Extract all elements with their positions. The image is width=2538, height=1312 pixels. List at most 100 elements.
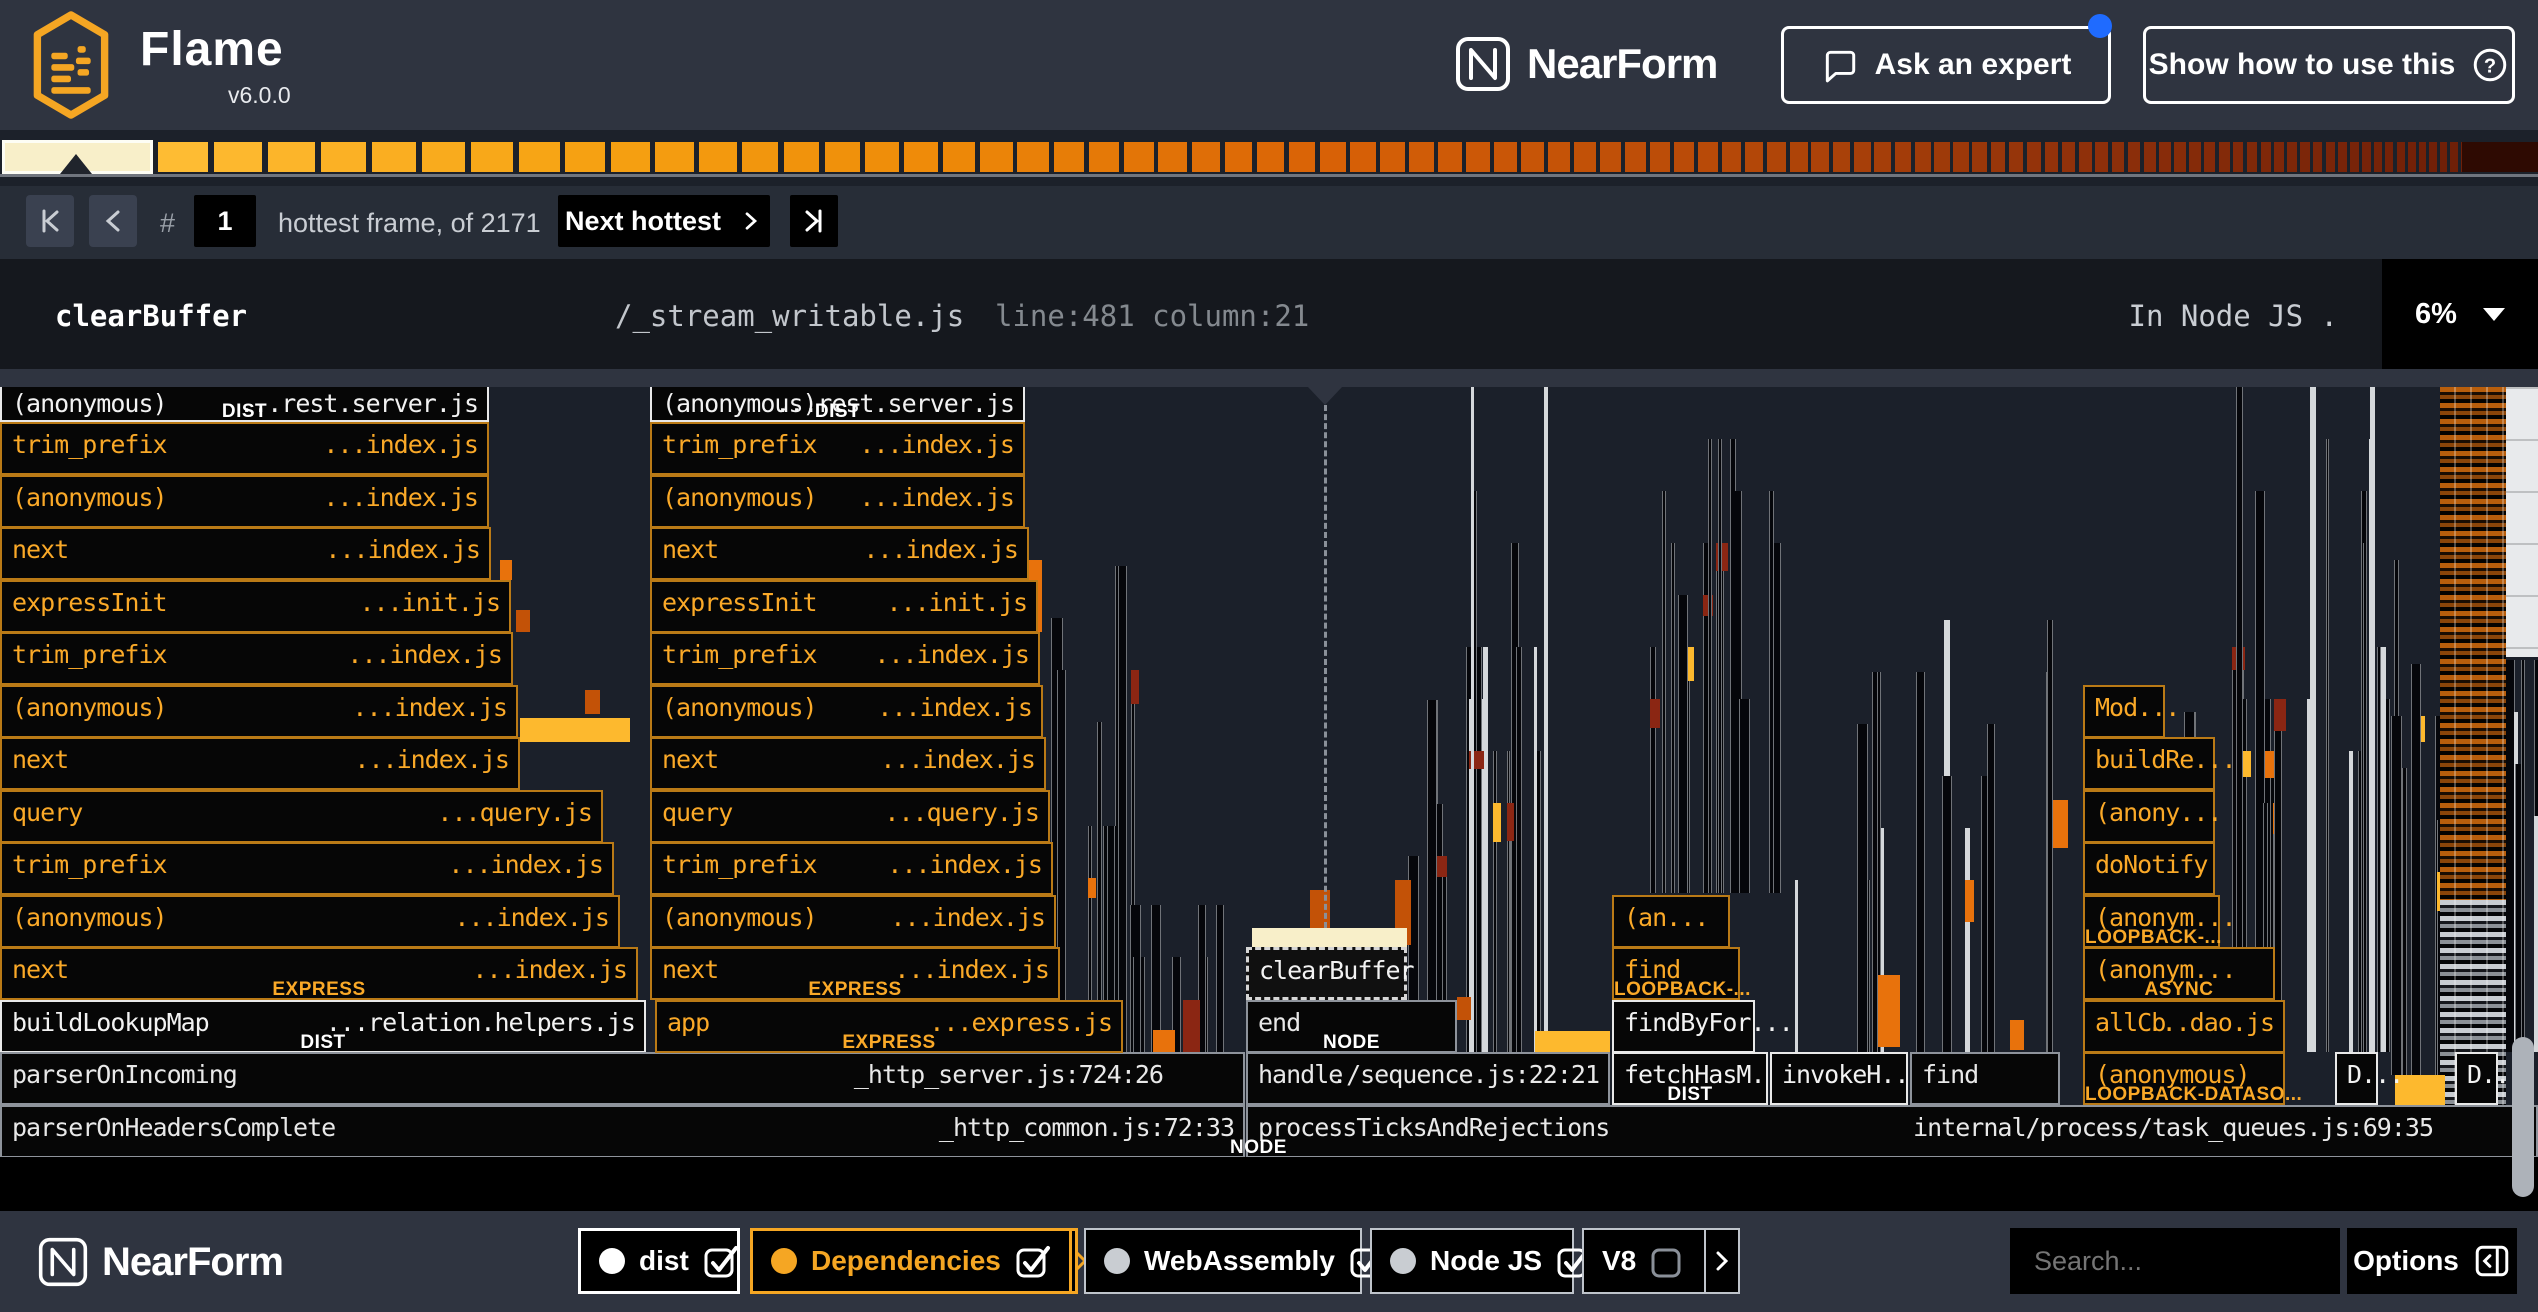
timeline-segment[interactable] xyxy=(2204,142,2215,172)
timeline-segment[interactable] xyxy=(1767,142,1785,172)
timeline-segment[interactable] xyxy=(1934,142,1950,172)
timeline-segment[interactable] xyxy=(784,142,820,172)
options-button[interactable]: Options xyxy=(2347,1228,2517,1294)
timeline-segment[interactable] xyxy=(2095,142,2108,172)
flame-frame[interactable]: handle./sequence.js:22:21 xyxy=(1246,1052,1610,1105)
filter-expand-chevron[interactable] xyxy=(1704,1230,1738,1292)
timeline-segment[interactable] xyxy=(1600,142,1621,172)
timeline-segment[interactable] xyxy=(943,142,976,172)
filter-button-dist[interactable]: dist xyxy=(578,1228,740,1294)
timeline-segment[interactable] xyxy=(2462,142,2538,172)
flame-frame[interactable]: parserOnIncoming_http_server.js:724:26 xyxy=(0,1052,1245,1105)
timeline-segment[interactable] xyxy=(2385,142,2393,172)
flame-frame[interactable]: allCb...dao.js xyxy=(2083,1000,2285,1053)
flame-frame[interactable]: (anonymous)...rest.server.jsDIST xyxy=(650,385,1025,422)
timeline-segment[interactable] xyxy=(1674,142,1694,172)
timeline-segment[interactable] xyxy=(1854,142,1871,172)
flame-frame[interactable]: next...index.js xyxy=(650,527,1029,580)
timeline-segment[interactable] xyxy=(2045,142,2059,172)
timeline-segment[interactable] xyxy=(699,142,736,172)
timeline-segment[interactable] xyxy=(2362,142,2371,172)
timeline-segment[interactable] xyxy=(565,142,605,172)
flame-frame[interactable]: query...query.js xyxy=(0,790,603,843)
timeline-segment[interactable] xyxy=(1350,142,1375,172)
flame-frame[interactable]: parserOnHeadersComplete_http_common.js:7… xyxy=(0,1105,1245,1158)
timeline-segment[interactable] xyxy=(1790,142,1808,172)
timeline-segment[interactable] xyxy=(1833,142,1850,172)
timeline-segment[interactable] xyxy=(268,142,315,172)
ask-expert-button[interactable]: Ask an expert xyxy=(1781,26,2111,104)
timeline-segment[interactable] xyxy=(2009,142,2023,172)
timeline-segment[interactable] xyxy=(1320,142,1346,172)
flame-frame[interactable]: (anonymous)...index.js xyxy=(0,685,518,738)
flame-frame[interactable]: (anonymous)...index.js xyxy=(0,475,489,528)
show-how-button[interactable]: Show how to use this ? xyxy=(2143,26,2515,104)
filter-button-node-js[interactable]: Node JS xyxy=(1370,1228,1574,1294)
flame-frame[interactable]: buildLookupMap...relation.helpers.jsDIST xyxy=(0,1000,646,1053)
timeline-segment[interactable] xyxy=(2440,142,2447,172)
flame-frame[interactable]: trim_prefix...index.js xyxy=(650,632,1040,685)
timeline-segment[interactable] xyxy=(2338,142,2347,172)
flame-frame[interactable]: find xyxy=(1910,1052,2060,1105)
timeline-segment[interactable] xyxy=(1722,142,1741,172)
timeline-segment[interactable] xyxy=(2219,142,2230,172)
timeline-segment[interactable] xyxy=(2374,142,2382,172)
checkbox-checked-icon[interactable] xyxy=(703,1243,739,1279)
timeline-segment[interactable] xyxy=(1521,142,1543,172)
percent-dropdown[interactable]: 6% xyxy=(2382,259,2538,369)
frame-number-input[interactable]: 1 xyxy=(194,195,256,247)
timeline-segment[interactable] xyxy=(2397,142,2405,172)
flame-frame[interactable]: endNODE xyxy=(1246,1000,1457,1053)
timeline-segment[interactable] xyxy=(904,142,938,172)
timeline-segment[interactable] xyxy=(2326,142,2335,172)
timeline-segment[interactable] xyxy=(471,142,513,172)
timeline-segment[interactable] xyxy=(2159,142,2171,172)
flame-frame[interactable]: expressInit...init.js xyxy=(0,580,511,633)
flame-frame[interactable]: next...index.js xyxy=(650,737,1046,790)
timeline-segment[interactable] xyxy=(2233,142,2244,172)
timeline-segment[interactable] xyxy=(865,142,899,172)
timeline-segment[interactable] xyxy=(2429,142,2437,172)
timeline-segment[interactable] xyxy=(1192,142,1220,172)
timeline-segment[interactable] xyxy=(1895,142,1911,172)
flame-frame[interactable]: processTicksAndRejectionsinternal/proces… xyxy=(1246,1105,2538,1158)
timeline-segment[interactable] xyxy=(372,142,416,172)
timeline-segment[interactable] xyxy=(2350,142,2359,172)
timeline-segment[interactable] xyxy=(2144,142,2156,172)
flame-frame[interactable]: findLOOPBACK-... xyxy=(1612,947,1740,1000)
flame-frame[interactable]: trim_prefix...index.js xyxy=(0,842,614,895)
flame-frame[interactable]: trim_prefix...index.js xyxy=(650,842,1053,895)
flame-frame[interactable]: doNotify xyxy=(2083,842,2215,895)
timeline-segment[interactable] xyxy=(1466,142,1489,172)
filter-button-webassembly[interactable]: WebAssembly xyxy=(1084,1228,1362,1294)
flame-frame[interactable]: next...index.jsEXPRESS xyxy=(650,947,1060,1000)
flame-frame[interactable]: (anonymous)...index.js xyxy=(650,475,1025,528)
timeline-segment[interactable] xyxy=(825,142,860,172)
timeline-segment[interactable] xyxy=(2112,142,2125,172)
timeline-segment[interactable] xyxy=(2027,142,2041,172)
timeline-segment[interactable] xyxy=(2174,142,2186,172)
filter-button-v8[interactable]: V8 xyxy=(1582,1228,1740,1294)
flame-frame[interactable]: D... xyxy=(2335,1052,2378,1105)
timeline-segment[interactable] xyxy=(655,142,693,172)
flame-frame[interactable]: (anonymous)LOOPBACK-DATASO... xyxy=(2083,1052,2285,1105)
timeline-segment[interactable] xyxy=(2062,142,2075,172)
timeline-segment[interactable] xyxy=(1225,142,1253,172)
timeline-segment[interactable] xyxy=(1124,142,1153,172)
timeline-segment[interactable] xyxy=(2313,142,2322,172)
checkbox-checked-icon[interactable] xyxy=(1015,1243,1051,1279)
timeline-segment[interactable] xyxy=(1991,142,2006,172)
timeline-segment[interactable] xyxy=(2247,142,2257,172)
timeline-segment[interactable] xyxy=(2450,142,2457,172)
flame-frame[interactable]: expressInit...init.js xyxy=(650,580,1038,633)
flame-frame[interactable]: (anonymous)...rest.server.jsDIST xyxy=(0,385,489,422)
timeline-segment[interactable] xyxy=(1438,142,1462,172)
timeline-segment[interactable] xyxy=(519,142,560,172)
timeline-segment[interactable] xyxy=(2300,142,2310,172)
timeline-segment[interactable] xyxy=(1054,142,1085,172)
timeline-segment[interactable] xyxy=(1158,142,1187,172)
flame-frame[interactable]: next...index.js xyxy=(0,527,491,580)
timeline-segment[interactable] xyxy=(1745,142,1764,172)
flame-frame[interactable]: (anonym...ASYNC xyxy=(2083,947,2275,1000)
timeline-segment[interactable] xyxy=(1811,142,1829,172)
